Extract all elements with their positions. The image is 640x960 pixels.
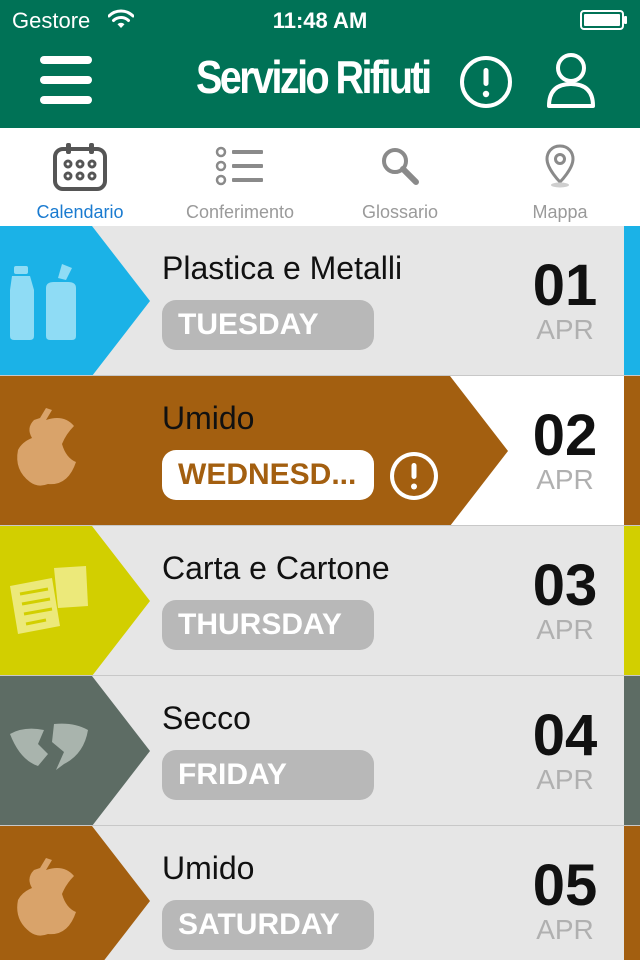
tab-conferimento[interactable]: Conferimento	[160, 128, 320, 226]
tab-label: Calendario	[36, 202, 124, 222]
paper-icon	[10, 566, 88, 634]
tab-mappa[interactable]: Mappa	[480, 128, 640, 226]
search-icon	[382, 148, 419, 185]
date-day: 05	[532, 853, 598, 918]
category-stripe	[624, 526, 640, 675]
date-month: APR	[536, 914, 594, 945]
apple-core-icon	[17, 408, 76, 486]
category-name: Plastica e Metalli	[162, 250, 403, 286]
date-day: 03	[532, 553, 598, 618]
date-day: 02	[532, 403, 598, 468]
calendar-icon	[53, 143, 107, 191]
tab-glossario[interactable]: Glossario	[320, 128, 480, 226]
user-icon[interactable]	[544, 50, 598, 110]
category-name: Secco	[162, 700, 251, 736]
menu-icon[interactable]	[40, 54, 92, 106]
date-day: 01	[532, 253, 598, 318]
app-title: Servizio Rifiuti	[196, 51, 432, 103]
date-month: APR	[536, 314, 594, 345]
day-pill: FRIDAY	[162, 750, 374, 800]
date-month: APR	[536, 764, 594, 795]
app-header: Gestore 11:48 AM Servizio Rifiuti	[0, 0, 640, 128]
apple-core-icon	[17, 858, 76, 936]
status-bar: Gestore 11:48 AM	[0, 0, 640, 40]
battery-icon	[580, 10, 627, 30]
alert-icon[interactable]	[386, 448, 442, 504]
category-stripe	[624, 826, 640, 960]
tab-label: Glossario	[361, 202, 439, 222]
list-item-plastica[interactable]: Plastica e Metalli TUESDAY 01 APR	[0, 226, 640, 376]
tab-label: Mappa	[532, 202, 588, 222]
tab-label: Conferimento	[185, 202, 295, 222]
map-pin-icon	[545, 144, 575, 188]
date-month: APR	[536, 614, 594, 645]
tab-bar: Calendario Conferimento Glossario Mappa	[0, 128, 640, 226]
list-icon	[215, 146, 263, 186]
day-pill: WEDNESD...	[162, 450, 374, 500]
category-stripe	[624, 676, 640, 825]
day-pill: THURSDAY	[162, 600, 374, 650]
list-item-secco[interactable]: Secco FRIDAY 04 APR	[0, 676, 640, 826]
date-day: 04	[532, 703, 598, 768]
category-name: Umido	[162, 400, 255, 436]
category-stripe	[624, 376, 640, 525]
alert-icon[interactable]	[458, 54, 514, 110]
list-item-carta[interactable]: Carta e Cartone THURSDAY 03 APR	[0, 526, 640, 676]
calendar-list: Plastica e Metalli TUESDAY 01 APR Umido …	[0, 226, 640, 960]
category-name: Carta e Cartone	[162, 550, 390, 586]
list-item-umido-highlighted[interactable]: Umido WEDNESD... 02 APR	[0, 376, 640, 526]
day-pill: TUESDAY	[162, 300, 374, 350]
list-item-umido[interactable]: Umido SATURDAY 05 APR	[0, 826, 640, 960]
status-time: 11:48 AM	[272, 8, 368, 33]
category-name: Umido	[162, 850, 255, 886]
tab-calendario[interactable]: Calendario	[0, 128, 160, 226]
date-month: APR	[536, 464, 594, 495]
plastic-bottles-icon	[10, 264, 76, 340]
day-pill: SATURDAY	[162, 900, 374, 950]
category-stripe	[624, 226, 640, 375]
broken-plate-icon	[10, 723, 88, 770]
